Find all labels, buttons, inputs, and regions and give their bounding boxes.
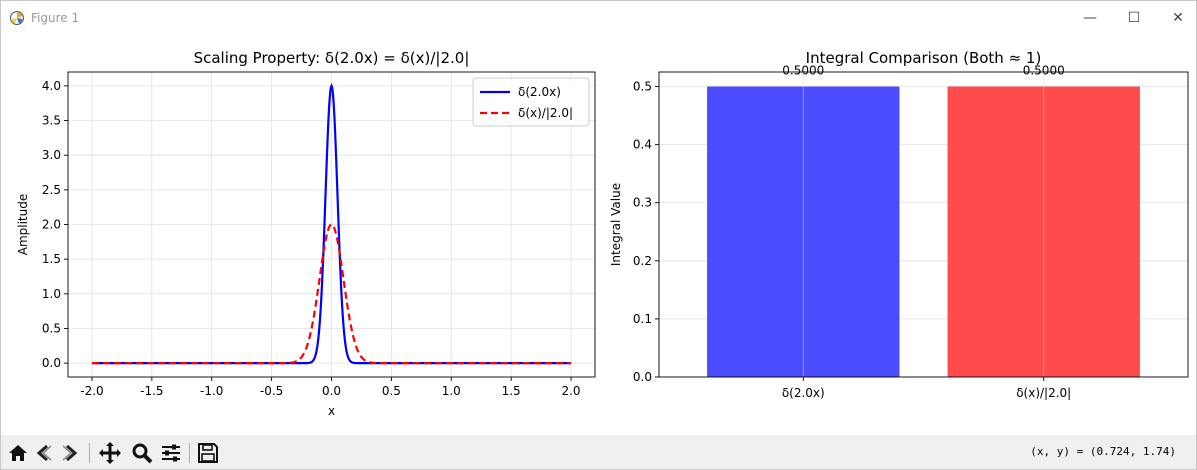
matplotlib-app-icon: [10, 11, 24, 25]
y-tick-label: 2.5: [42, 183, 61, 197]
y-tick-label: 3.5: [42, 114, 61, 128]
minimize-button[interactable]: —: [1070, 5, 1110, 31]
forward-button[interactable]: [57, 440, 83, 466]
window-title: Figure 1: [31, 11, 80, 25]
y-tick-label: 0.1: [633, 312, 652, 326]
y-tick-label: 0.4: [633, 138, 652, 152]
y-tick-label: 0.5: [42, 321, 61, 335]
y-tick-label: 0.3: [633, 196, 652, 210]
y-tick-label: 1.5: [42, 252, 61, 266]
chart-title: Scaling Property: δ(2.0x) = δ(x)/|2.0|: [194, 49, 470, 67]
maximize-icon: ☐: [1127, 10, 1141, 26]
zoom-button[interactable]: [129, 440, 155, 466]
cursor-coordinates: (x, y) = (0.724, 1.74): [1030, 445, 1176, 458]
x-tick-label: δ(2.0x): [782, 386, 825, 400]
save-disk-icon: [198, 443, 218, 463]
x-tick-label: -0.5: [260, 384, 283, 398]
x-tick-label: -1.5: [140, 384, 163, 398]
y-tick-label: 0.0: [42, 356, 61, 370]
title-bar[interactable]: Figure 1 — ☐ ✕: [1, 1, 1196, 35]
x-axis-label: x: [328, 404, 335, 418]
save-button[interactable]: [195, 440, 221, 466]
home-button[interactable]: [5, 440, 31, 466]
y-tick-label: 1.0: [42, 287, 61, 301]
close-icon: ✕: [1172, 10, 1184, 26]
back-arrow-icon: [36, 444, 52, 462]
pan-move-icon: [99, 442, 121, 464]
y-tick-label: 4.0: [42, 79, 61, 93]
y-axis-label: Integral Value: [609, 183, 623, 266]
y-axis-label: Amplitude: [16, 194, 30, 256]
y-tick-label: 3.0: [42, 148, 61, 162]
close-button[interactable]: ✕: [1158, 5, 1197, 31]
legend-label: δ(x)/|2.0|: [518, 106, 573, 120]
x-tick-label: -2.0: [80, 384, 103, 398]
minimize-icon: —: [1083, 10, 1097, 26]
y-tick-label: 0.5: [633, 80, 652, 94]
configure-subplots-icon: [162, 444, 180, 462]
home-icon: [9, 445, 27, 461]
figure-window: Figure 1 — ☐ ✕ -2.0 -1.5 -1.0 -0.5 0.0 0.5 1.0…: [0, 0, 1197, 470]
x-tick-label: 2.0: [561, 384, 580, 398]
x-tick-label: 1.0: [442, 384, 461, 398]
figure-canvas[interactable]: -2.0 -1.5 -1.0 -0.5 0.0 0.5 1.0 1.5 2.0 0.0 0.5 1.0…: [1, 35, 1196, 435]
zoom-magnifier-icon: [132, 443, 153, 464]
back-button[interactable]: [31, 440, 57, 466]
legend-label: δ(2.0x): [518, 85, 561, 99]
toolbar-separator: [89, 443, 90, 463]
y-tick-label: 0.2: [633, 254, 652, 268]
x-tick-label: 0.5: [382, 384, 401, 398]
navigation-toolbar: (x, y) = (0.724, 1.74): [1, 435, 1196, 469]
chart-title: Integral Comparison (Both ≈ 1): [806, 49, 1042, 67]
y-tick-label: 0.0: [633, 370, 652, 384]
figure-svg: -2.0 -1.5 -1.0 -0.5 0.0 0.5 1.0 1.5 2.0 0.0 0.5 1.0…: [16, 49, 1189, 418]
pan-button[interactable]: [97, 440, 123, 466]
x-tick-label: δ(x)/|2.0|: [1016, 386, 1071, 400]
x-tick-label: 0.0: [322, 384, 341, 398]
toolbar-separator: [189, 443, 190, 463]
y-tick-label: 2.0: [42, 218, 61, 232]
x-tick-label: 1.5: [502, 384, 521, 398]
x-tick-label: -1.0: [200, 384, 223, 398]
forward-arrow-icon: [62, 444, 78, 462]
configure-subplots-button[interactable]: [158, 440, 184, 466]
maximize-button[interactable]: ☐: [1114, 5, 1154, 31]
